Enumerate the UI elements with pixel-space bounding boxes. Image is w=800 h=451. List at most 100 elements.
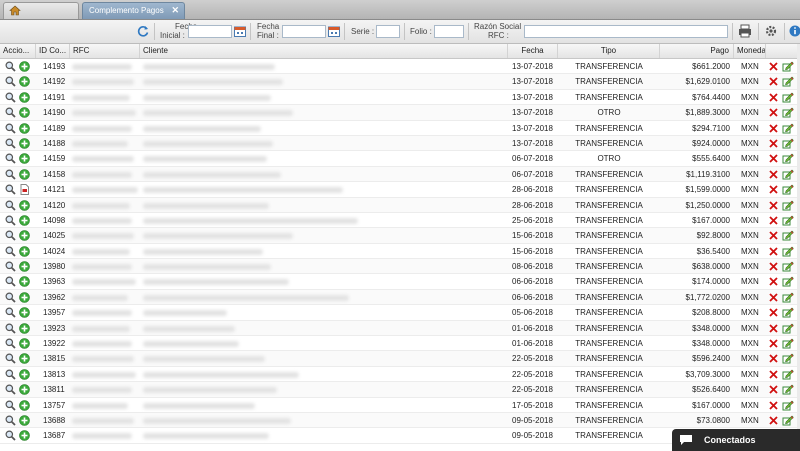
search-icon[interactable]: [5, 261, 16, 272]
col-id[interactable]: ID Co...: [36, 44, 70, 58]
delete-icon[interactable]: [769, 277, 778, 287]
table-row[interactable]: 14188 13-07-2018 TRANSFERENCIA $924.0000…: [0, 135, 797, 152]
delete-icon[interactable]: [769, 200, 778, 210]
delete-icon[interactable]: [769, 108, 778, 117]
settings-icon[interactable]: [764, 24, 778, 38]
delete-icon[interactable]: [769, 123, 778, 133]
edit-icon[interactable]: [782, 400, 794, 411]
table-row[interactable]: 13813 22-05-2018 TRANSFERENCIA $3,709.30…: [0, 367, 797, 383]
delete-icon[interactable]: [769, 247, 778, 256]
add-icon[interactable]: [19, 91, 30, 103]
search-icon[interactable]: [5, 415, 16, 426]
delete-icon[interactable]: [769, 231, 778, 240]
search-icon[interactable]: [5, 184, 16, 195]
add-icon[interactable]: [19, 153, 30, 165]
search-icon[interactable]: [5, 430, 16, 442]
search-icon[interactable]: [5, 61, 16, 72]
add-icon[interactable]: [19, 199, 30, 211]
add-icon[interactable]: [19, 415, 30, 426]
search-icon[interactable]: [5, 307, 16, 318]
edit-icon[interactable]: [782, 415, 794, 426]
search-icon[interactable]: [5, 215, 16, 226]
col-fecha[interactable]: Fecha: [508, 44, 558, 58]
delete-icon[interactable]: [769, 154, 778, 163]
delete-icon[interactable]: [769, 385, 778, 394]
refresh-icon[interactable]: [136, 24, 150, 38]
search-icon[interactable]: [5, 338, 16, 349]
search-icon[interactable]: [5, 76, 16, 88]
serie-input[interactable]: [376, 25, 400, 38]
edit-icon[interactable]: [782, 384, 794, 395]
add-icon[interactable]: [19, 353, 30, 365]
delete-icon[interactable]: [769, 370, 778, 379]
add-icon[interactable]: [19, 322, 30, 334]
table-row[interactable]: 13757 17-05-2018 TRANSFERENCIA $167.0000…: [0, 398, 797, 413]
add-icon[interactable]: [19, 61, 30, 72]
delete-icon[interactable]: [769, 400, 778, 410]
delete-icon[interactable]: [769, 339, 778, 348]
add-icon[interactable]: [19, 261, 30, 272]
add-icon[interactable]: [19, 107, 30, 118]
search-icon[interactable]: [5, 353, 16, 365]
add-icon[interactable]: [19, 230, 30, 242]
add-icon[interactable]: [19, 215, 30, 226]
edit-icon[interactable]: [782, 92, 794, 103]
table-row[interactable]: 13980 08-06-2018 TRANSFERENCIA $638.0000…: [0, 259, 797, 275]
table-row[interactable]: 14191 13-07-2018 TRANSFERENCIA $764.4400…: [0, 90, 797, 106]
delete-icon[interactable]: [769, 139, 778, 148]
edit-icon[interactable]: [782, 323, 794, 334]
edit-icon[interactable]: [782, 169, 794, 180]
delete-icon[interactable]: [769, 354, 778, 364]
search-icon[interactable]: [5, 369, 16, 380]
search-icon[interactable]: [5, 138, 16, 149]
table-row[interactable]: 14025 15-06-2018 TRANSFERENCIA $92.8000 …: [0, 228, 797, 244]
add-icon[interactable]: [19, 399, 30, 411]
edit-icon[interactable]: [782, 215, 794, 226]
add-icon[interactable]: [19, 338, 30, 349]
table-row[interactable]: 14158 06-07-2018 TRANSFERENCIA $1,119.31…: [0, 166, 797, 183]
add-icon[interactable]: [19, 430, 30, 442]
delete-icon[interactable]: [769, 308, 778, 317]
delete-icon[interactable]: [769, 170, 778, 179]
table-row[interactable]: 14120 28-06-2018 TRANSFERENCIA $1,250.00…: [0, 197, 797, 213]
col-acciones[interactable]: Accio...: [0, 44, 36, 58]
search-icon[interactable]: [5, 169, 16, 180]
table-row[interactable]: 14192 13-07-2018 TRANSFERENCIA $1,629.01…: [0, 74, 797, 90]
col-moneda[interactable]: Moneda: [734, 44, 766, 58]
col-cliente[interactable]: Cliente: [140, 44, 508, 58]
add-icon[interactable]: [19, 245, 30, 257]
add-icon[interactable]: [19, 122, 30, 134]
add-icon[interactable]: [19, 292, 30, 303]
table-row[interactable]: 14024 15-06-2018 TRANSFERENCIA $36.5400 …: [0, 244, 797, 260]
table-row[interactable]: 13962 06-06-2018 TRANSFERENCIA $1,772.02…: [0, 289, 797, 306]
add-icon[interactable]: [19, 76, 30, 88]
delete-icon[interactable]: [769, 293, 778, 302]
search-icon[interactable]: [5, 246, 16, 257]
delete-icon[interactable]: [769, 62, 778, 71]
chat-connected-button[interactable]: Conectados: [672, 429, 800, 451]
search-icon[interactable]: [5, 107, 16, 118]
close-icon[interactable]: ✕: [171, 5, 179, 16]
search-icon[interactable]: [5, 276, 16, 288]
search-icon[interactable]: [5, 230, 16, 241]
search-icon[interactable]: [5, 153, 16, 164]
add-icon[interactable]: [19, 276, 30, 288]
edit-icon[interactable]: [782, 107, 794, 118]
info-icon[interactable]: [789, 24, 800, 38]
col-pago[interactable]: Pago: [660, 44, 734, 58]
table-row[interactable]: 14190 13-07-2018 OTRO $1,889.3000 MXN: [0, 105, 797, 121]
table-row[interactable]: 14159 06-07-2018 OTRO $555.6400 MXN: [0, 151, 797, 167]
edit-icon[interactable]: [782, 307, 794, 318]
delete-icon[interactable]: [769, 93, 778, 102]
edit-icon[interactable]: [782, 200, 794, 211]
razon-social-input[interactable]: [524, 25, 728, 38]
edit-icon[interactable]: [782, 230, 794, 241]
edit-icon[interactable]: [782, 261, 794, 272]
delete-icon[interactable]: [769, 324, 778, 333]
search-icon[interactable]: [5, 400, 16, 411]
search-icon[interactable]: [5, 323, 16, 334]
edit-icon[interactable]: [782, 369, 794, 380]
delete-icon[interactable]: [769, 262, 778, 271]
edit-icon[interactable]: [782, 338, 794, 349]
add-icon[interactable]: [19, 384, 30, 396]
